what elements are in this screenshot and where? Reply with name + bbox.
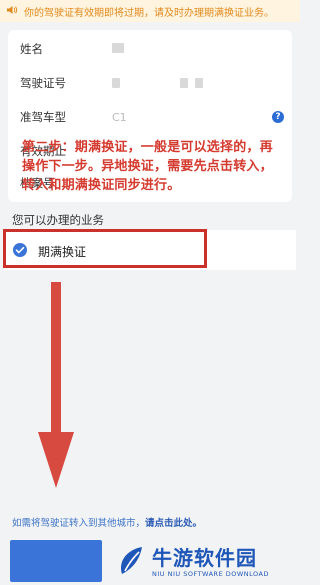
transfer-text: 如需将驾驶证转入到其他城市， <box>12 518 146 529</box>
transfer-link[interactable]: 请点击此处。 <box>145 518 202 529</box>
highlight-box <box>3 229 207 268</box>
info-label-name: 姓名 <box>20 42 43 56</box>
watermark-name: 牛游软件园 <box>152 546 257 570</box>
section-title: 您可以办理的业务 <box>12 213 104 227</box>
watermark: 牛游软件园 NIU NIU SOFTWARE DOWNLOAD <box>114 540 300 585</box>
expiry-notice-bar: 你的驾驶证有效期即将过期，请及时办理期满换证业务。 <box>0 0 300 22</box>
speaker-icon <box>4 5 20 18</box>
next-step-button[interactable] <box>10 540 102 582</box>
watermark-subtitle: NIU NIU SOFTWARE DOWNLOAD <box>152 570 270 578</box>
info-row-license-number: 驾驶证号 <box>8 66 292 100</box>
info-value-name-redacted <box>112 42 124 56</box>
info-label-vehicle-class: 准驾车型 <box>20 110 66 124</box>
info-label-license-number: 驾驶证号 <box>20 76 66 90</box>
info-value-license-number-redacted <box>112 78 203 91</box>
tutorial-annotation: 第二步：期满换证，一般是可以选择的，再操作下一步。异地换证，需要先点击转入，转入… <box>22 140 273 193</box>
info-row-name: 姓名 <box>8 32 292 66</box>
transfer-hint: 如需将驾驶证转入到其他城市，请点击此处。 <box>12 515 202 529</box>
info-row-vehicle-class: 准驾车型 C1 ? <box>8 100 292 134</box>
down-arrow-icon <box>38 282 74 488</box>
leaf-logo-icon <box>120 547 142 574</box>
info-value-vehicle-class: C1 <box>112 110 127 124</box>
notice-text: 你的驾驶证有效期即将过期，请及时办理期满换证业务。 <box>24 7 274 19</box>
help-icon[interactable]: ? <box>272 111 284 123</box>
